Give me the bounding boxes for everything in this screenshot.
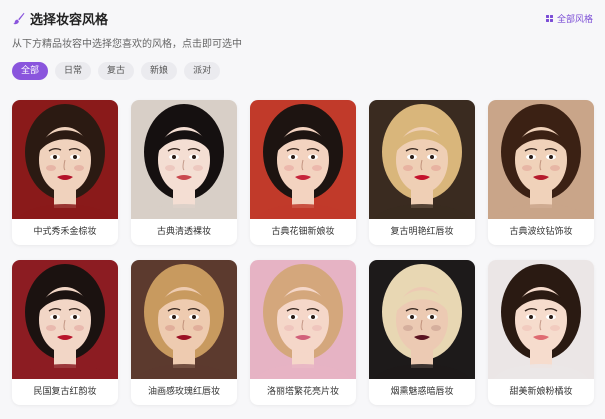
page-title: 选择妆容风格 [30, 12, 109, 28]
title-wrap: 选择妆容风格 [12, 9, 108, 28]
style-thumbnail [12, 100, 118, 219]
style-card[interactable]: 复古明艳红唇妆 [369, 100, 475, 245]
style-thumbnail [250, 100, 356, 219]
style-card[interactable]: 烟熏魅惑暗唇妆 [369, 260, 475, 405]
header: 选择妆容风格 全部风格 [12, 8, 593, 28]
style-thumbnail [488, 100, 594, 219]
page-subtitle: 从下方精品妆容中选择您喜欢的风格，点击即可选中 [12, 39, 242, 50]
all-styles-link[interactable]: 全部风格 [545, 12, 593, 25]
grid-icon [545, 14, 553, 22]
style-card-label: 甜美新娘粉橘妆 [509, 387, 573, 397]
style-card-label: 油画感玫瑰红唇妆 [147, 387, 220, 397]
tab-party[interactable]: 派对 [184, 62, 221, 80]
style-thumbnail [369, 260, 475, 379]
style-card-label: 洛丽塔繁花亮片妆 [266, 387, 339, 397]
style-card-label: 复古明艳红唇妆 [390, 227, 454, 237]
tab-all[interactable]: 全部 [12, 62, 49, 80]
style-card[interactable]: 古典波纹钻饰妆 [488, 100, 594, 245]
tab-daily[interactable]: 日常 [55, 62, 92, 80]
filter-tabs: 全部 日常 复古 新娘 派对 [12, 62, 593, 80]
style-thumbnail [488, 260, 594, 379]
tab-vintage[interactable]: 复古 [98, 62, 135, 80]
brush-icon [13, 12, 25, 24]
style-card-grid: 中式秀禾金棕妆 古典清透裸妆 古典花钿新娘妆 复古明艳红唇妆 古典波纹钻饰妆 民… [12, 100, 594, 405]
style-thumbnail [131, 260, 237, 379]
style-card[interactable]: 油画感玫瑰红唇妆 [131, 260, 237, 405]
style-card[interactable]: 甜美新娘粉橘妆 [488, 260, 594, 405]
style-card-label: 古典花钿新娘妆 [271, 227, 335, 237]
style-card-label: 古典清透裸妆 [156, 227, 211, 237]
tab-bridal[interactable]: 新娘 [141, 62, 178, 80]
style-card-label: 烟熏魅惑暗唇妆 [390, 387, 454, 397]
style-card-label: 民国复古红韵妆 [33, 387, 97, 397]
style-thumbnail [131, 100, 237, 219]
style-card[interactable]: 洛丽塔繁花亮片妆 [250, 260, 356, 405]
style-card[interactable]: 古典花钿新娘妆 [250, 100, 356, 245]
style-thumbnail [369, 100, 475, 219]
style-card[interactable]: 民国复古红韵妆 [12, 260, 118, 405]
style-thumbnail [250, 260, 356, 379]
style-card-label: 中式秀禾金棕妆 [33, 227, 97, 237]
style-card-label: 古典波纹钻饰妆 [509, 227, 573, 237]
style-card[interactable]: 中式秀禾金棕妆 [12, 100, 118, 245]
all-styles-label: 全部风格 [556, 14, 593, 25]
style-card[interactable]: 古典清透裸妆 [131, 100, 237, 245]
style-thumbnail [12, 260, 118, 379]
